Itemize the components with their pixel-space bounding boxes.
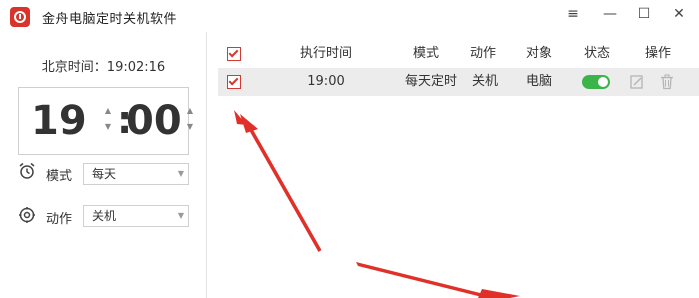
header-status: 状态: [583, 46, 610, 61]
header-action: 动作: [469, 46, 496, 61]
main-window: 金舟电脑定时关机软件 ≡ — ☐ ✕ 北京时间：19:02:16 19 ▲ ▼ …: [0, 0, 699, 298]
action-select-value: 关机: [92, 209, 117, 223]
task-list-panel: 执行时间 模式 动作 对象 状态 操作 19:00 每天定时 关机 电脑: [208, 32, 699, 298]
header-mode: 模式: [412, 46, 439, 61]
mode-select[interactable]: 每天 ▼: [83, 163, 189, 185]
header-target: 对象: [525, 46, 552, 61]
hour-up-icon[interactable]: ▲: [102, 104, 114, 118]
hour-value[interactable]: 19: [31, 93, 87, 149]
app-clock-icon: [10, 7, 30, 27]
header-ops: 操作: [644, 46, 671, 61]
chevron-down-icon: ▼: [177, 169, 184, 178]
row-target: 电脑: [525, 74, 552, 89]
time-picker[interactable]: 19 ▲ ▼ : 00 ▲ ▼: [18, 87, 193, 155]
edit-icon[interactable]: [630, 74, 644, 90]
trash-icon[interactable]: [660, 74, 674, 90]
mode-label: 模式: [46, 169, 73, 184]
gear-icon: [19, 207, 35, 223]
chevron-down-icon: ▼: [177, 211, 184, 220]
row-exec-time: 19:00: [307, 74, 345, 89]
row-checkbox[interactable]: [227, 75, 241, 89]
hour-down-icon[interactable]: ▼: [102, 120, 114, 134]
minute-up-icon[interactable]: ▲: [184, 104, 196, 118]
window-title: 金舟电脑定时关机软件: [42, 12, 178, 27]
menu-icon[interactable]: ≡: [556, 0, 590, 28]
mode-select-value: 每天: [92, 167, 117, 181]
action-label: 动作: [46, 212, 73, 227]
table-header: 执行时间 模式 动作 对象 状态 操作: [208, 40, 699, 68]
minute-down-icon[interactable]: ▼: [184, 120, 196, 134]
maximize-icon[interactable]: ☐: [627, 0, 661, 28]
select-all-checkbox[interactable]: [227, 47, 241, 61]
beijing-time-label: 北京时间：19:02:16: [41, 60, 166, 75]
table-row[interactable]: 19:00 每天定时 关机 电脑: [218, 68, 699, 96]
close-icon[interactable]: ✕: [662, 0, 696, 28]
row-mode: 每天定时: [404, 74, 457, 89]
header-exec-time: 执行时间: [299, 46, 352, 61]
row-action: 关机: [471, 74, 498, 89]
title-bar: 金舟电脑定时关机软件 ≡ — ☐ ✕: [0, 0, 699, 32]
minute-value[interactable]: 00: [126, 93, 182, 149]
settings-panel: 北京时间：19:02:16 19 ▲ ▼ : 00 ▲ ▼ 模式 每天 ▼ 动作…: [0, 32, 207, 298]
minimize-icon[interactable]: —: [593, 0, 627, 28]
alarm-clock-icon: [19, 162, 35, 179]
status-toggle[interactable]: [582, 75, 610, 89]
action-select[interactable]: 关机 ▼: [83, 205, 189, 227]
